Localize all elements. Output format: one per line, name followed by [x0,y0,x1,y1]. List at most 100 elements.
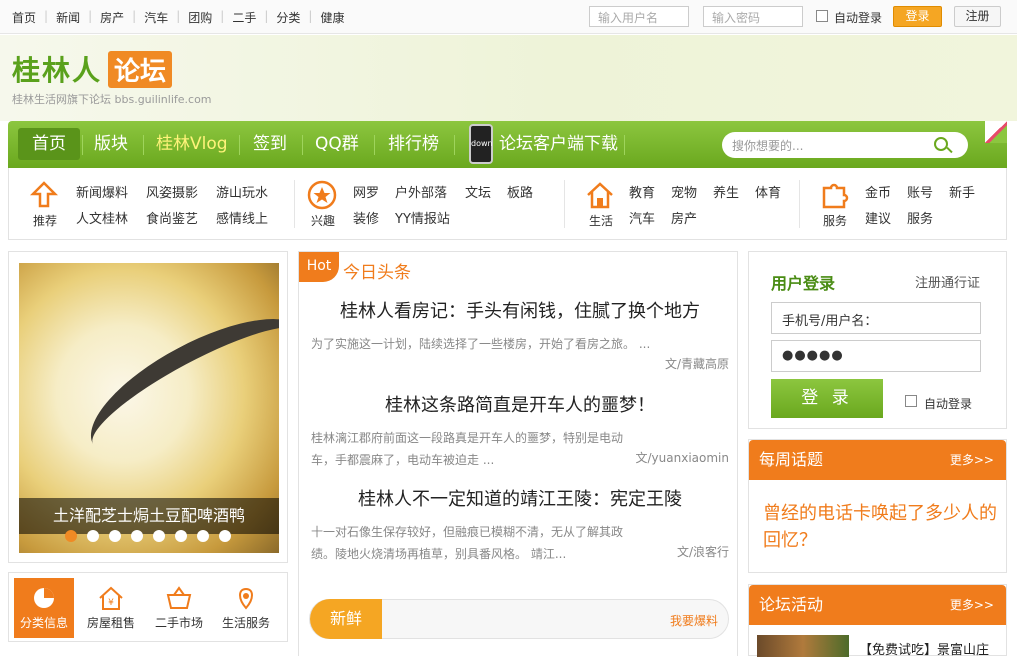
cat-link[interactable]: 食尚鉴艺 [146,208,198,227]
service-house-rent[interactable]: ¥ 房屋租售 [81,578,141,638]
fresh-tab[interactable]: 新鲜 [310,599,382,639]
password-input[interactable]: 输入密码 [703,6,803,27]
site-slogan: 桂林生活网旗下论坛 bbs.guilinlife.com [12,93,212,106]
weekly-topic-title: 每周话题 [759,450,824,469]
cat-link[interactable]: 宠物 [671,182,697,201]
service-life[interactable]: 生活服务 [216,578,276,638]
register-passport-link[interactable]: 注册通行证 [915,272,980,291]
phone-icon: down [469,124,493,164]
cat-link[interactable]: 网罗 [353,182,379,201]
cat-link[interactable]: 装修 [353,208,379,227]
cat-link[interactable]: 人文桂林 [76,208,128,227]
auto-login-label: 自动登录 [834,11,883,25]
nav-ranking[interactable]: 排行榜 [388,121,439,168]
search-icon[interactable] [934,137,948,151]
search-box[interactable]: 搜你想要的... [722,132,968,158]
category-bar: 推荐 新闻爆料 风姿摄影 游山玩水 人文桂林 食尚鉴艺 感情线上 兴趣 网罗 户… [8,168,1007,240]
activity-thumbnail[interactable] [757,635,849,657]
top-bar: 首页 | 新闻 | 房产 | 汽车 | 团购 | 二手 | 分类 | 健康 输入用户名 输入密… [0,0,1017,34]
forum-activity-header: 论坛活动 更多>> [749,585,1006,625]
top-link-health[interactable]: 健康 [320,9,344,26]
service-shortcuts: 分类信息 ¥ 房屋租售 二手市场 生活服务 [8,572,288,642]
slider-dot[interactable] [65,530,77,542]
arrow-up-icon [29,181,59,208]
category-label-recommend: 推荐 [32,214,57,228]
login-button[interactable]: 登录 [893,6,942,27]
login-auto-checkbox[interactable] [905,395,917,407]
login-username-field[interactable]: 手机号/用户名： [771,302,981,334]
register-button[interactable]: 注册 [954,6,1001,27]
category-label-interest: 兴趣 [310,214,335,228]
location-icon [239,587,253,610]
cat-link[interactable]: 房产 [671,208,697,227]
slider-dot[interactable] [197,530,209,542]
login-password-field[interactable]: ●●●●● [771,340,981,372]
main-nav: 首页 版块 桂林Vlog 签到 QQ群 排行榜 down 论坛客户端下载 搜你想… [8,121,1007,168]
headline-title[interactable]: 桂林这条路简直是开车人的噩梦！ [311,391,729,417]
cat-link[interactable]: 感情线上 [216,208,268,227]
auto-login-checkbox[interactable] [816,10,828,22]
weekly-topic-question[interactable]: 曾经的电话卡唤起了多少人的回忆？ [763,500,999,554]
headline-item: 桂林人看房记：手头有闲钱，住腻了换个地方 为了实施这一计划，陆续选择了一些楼房，… [311,297,729,372]
nav-app-download[interactable]: 论坛客户端下载 [499,121,618,168]
slider-dot[interactable] [175,530,187,542]
login-submit-button[interactable]: 登 录 [771,379,883,418]
slider-dot[interactable] [153,530,165,542]
slider-dot[interactable] [87,530,99,542]
headline-title[interactable]: 桂林人不一定知道的靖江王陵：宪定王陵 [311,485,729,511]
weekly-topic-more[interactable]: 更多>> [950,440,994,480]
nav-vlog[interactable]: 桂林Vlog [156,121,228,168]
nav-home[interactable]: 首页 [18,128,80,160]
category-label-life: 生活 [588,214,613,228]
top-link-car[interactable]: 汽车 [144,9,168,26]
slider-caption[interactable]: 土洋配芝士焗土豆配啤酒鸭 [19,498,279,534]
nav-checkin[interactable]: 签到 [253,121,287,168]
image-slider: 土洋配芝士焗土豆配啤酒鸭 [8,251,288,563]
cat-link[interactable]: 教育 [629,182,655,201]
basket-icon [166,586,192,609]
top-link-home[interactable]: 首页 [12,9,36,26]
cat-link[interactable]: 户外部落 [395,182,447,201]
puzzle-icon [822,183,849,209]
cat-link[interactable]: 服务 [907,208,933,227]
activity-item-title[interactable]: 【免费试吃】景富山庄 [859,639,989,658]
username-input[interactable]: 输入用户名 [589,6,689,27]
slider-dot[interactable] [109,530,121,542]
cat-link[interactable]: YY情报站 [395,208,450,227]
headlines-panel: Hot 今日头条 桂林人看房记：手头有闲钱，住腻了换个地方 为了实施这一计划，陆… [298,251,738,656]
cat-link[interactable]: 新手 [949,182,975,201]
headline-title[interactable]: 桂林人看房记：手头有闲钱，住腻了换个地方 [311,297,729,323]
top-link-secondhand[interactable]: 二手 [232,9,256,26]
forum-activity-more[interactable]: 更多>> [950,585,994,625]
service-classified[interactable]: 分类信息 [14,578,74,638]
cat-link[interactable]: 风姿摄影 [146,182,198,201]
slider-dots [65,530,241,542]
site-logo[interactable]: 桂林人 论坛 [12,49,173,89]
category-service: 服务 金币 账号 新手 建议 服务 [809,168,999,240]
cat-link[interactable]: 养生 [713,182,739,201]
slider-dot[interactable] [131,530,143,542]
header: 桂林人 论坛 桂林生活网旗下论坛 bbs.guilinlife.com [0,35,1017,121]
headline-author[interactable]: 文/青藏高原 [311,355,729,372]
cat-link[interactable]: 新闻爆料 [76,182,128,201]
service-secondhand[interactable]: 二手市场 [149,578,209,638]
top-link-house[interactable]: 房产 [100,9,124,26]
nav-qq-group[interactable]: QQ群 [315,121,359,168]
cat-link[interactable]: 板路 [507,182,533,201]
cat-link[interactable]: 建议 [865,208,891,227]
cat-link[interactable]: 游山玩水 [216,182,268,201]
slider-dot[interactable] [219,530,231,542]
cat-link[interactable]: 体育 [755,182,781,201]
cat-link[interactable]: 汽车 [629,208,655,227]
top-link-group[interactable]: 团购 [188,9,212,26]
search-input[interactable]: 搜你想要的... [732,137,803,154]
headline-item: 桂林这条路简直是开车人的噩梦！ 桂林漓江郡府前面这一段路真是开车人的噩梦，特别是… [311,391,729,467]
top-link-classified[interactable]: 分类 [276,9,300,26]
cat-link[interactable]: 金币 [865,182,891,201]
cat-link[interactable]: 文坛 [465,182,491,201]
report-news-link[interactable]: 我要爆料 [670,612,718,629]
cat-link[interactable]: 账号 [907,182,933,201]
top-link-news[interactable]: 新闻 [56,9,80,26]
nav-boards[interactable]: 版块 [94,121,128,168]
svg-text:¥: ¥ [108,598,114,608]
